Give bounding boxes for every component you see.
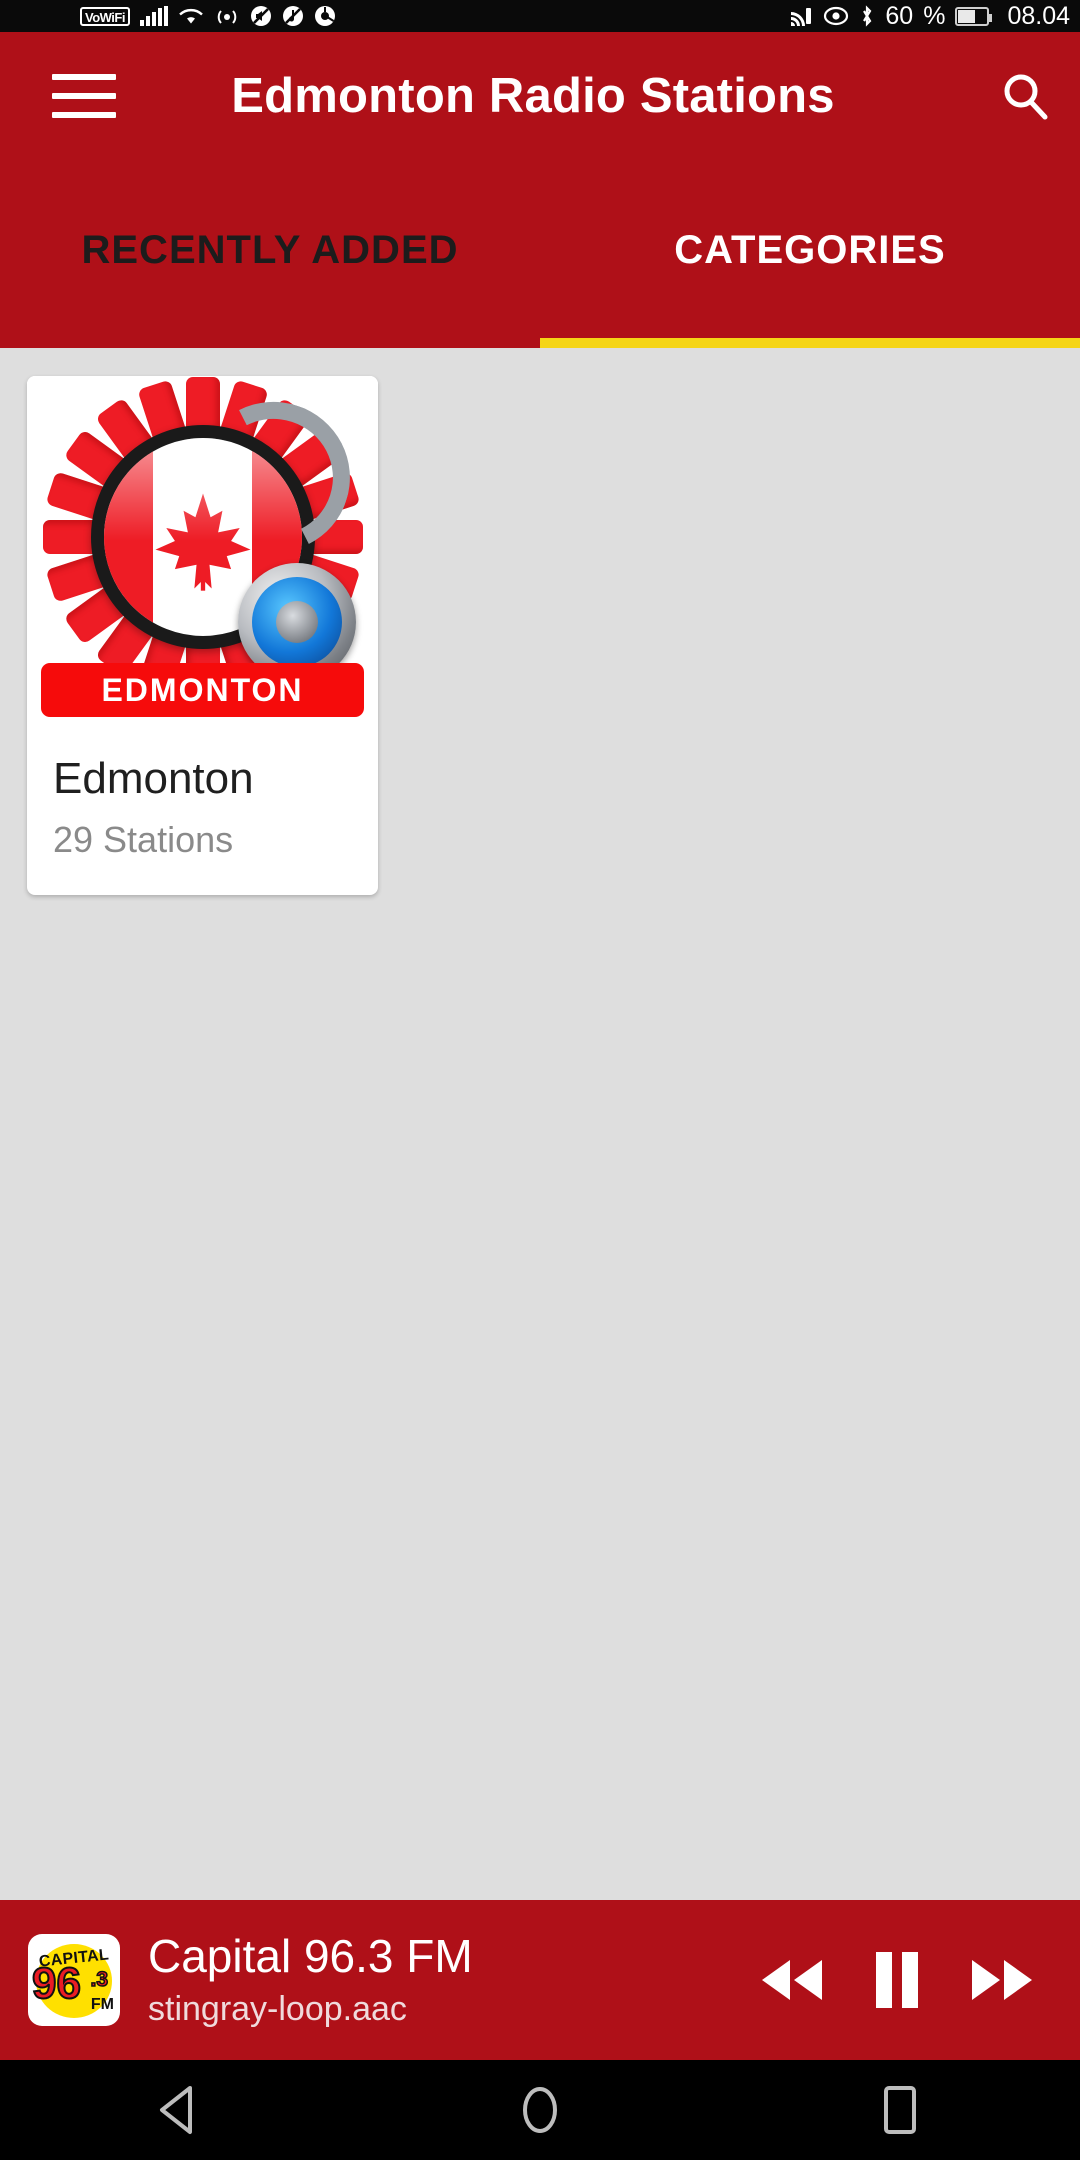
- rewind-button[interactable]: [756, 1952, 828, 2008]
- now-playing-stream: stingray-loop.aac: [148, 1990, 407, 2028]
- back-icon[interactable]: [100, 2060, 260, 2160]
- rewind-icon: [762, 1960, 822, 2000]
- percent-symbol: %: [923, 2, 946, 30]
- thumbnail-banner: EDMONTON: [41, 663, 364, 717]
- phone-screen: VoWiFi 60 % 08.04 Edmonton Radio Station…: [0, 0, 1080, 2160]
- clock: 08.04: [1007, 2, 1070, 30]
- battery-icon: [955, 6, 993, 26]
- player-controls: [756, 1948, 1038, 2012]
- player-metadata: Capital 96.3 FM stingray-loop.aac: [148, 1928, 756, 2032]
- logo-decimal-text: .3: [90, 1967, 109, 1992]
- tab-recently-added-label: RECENTLY ADDED: [81, 227, 459, 272]
- wifi-icon: [178, 6, 204, 26]
- pause-button[interactable]: [868, 1948, 926, 2012]
- hotspot-icon: [214, 6, 240, 26]
- fast-forward-icon: [972, 1960, 1032, 2000]
- page-title: Edmonton Radio Stations: [231, 69, 835, 123]
- card-title: Edmonton: [53, 754, 254, 803]
- recents-icon[interactable]: [820, 2060, 980, 2160]
- tab-categories[interactable]: CATEGORIES: [540, 160, 1080, 348]
- pause-icon: [876, 1952, 918, 2008]
- vibrate-icon: [282, 5, 304, 27]
- card-station-count: 29 Stations: [53, 819, 234, 860]
- status-bar-right: 60 % 08.04: [789, 3, 1070, 29]
- player-bar[interactable]: CAPITAL 96 .3 FM Capital 96.3 FM stingra…: [0, 1900, 1080, 2060]
- android-navigation-bar: [0, 2060, 1080, 2160]
- canadian-flag-headphones-icon: EDMONTON: [27, 376, 378, 727]
- fast-forward-button[interactable]: [966, 1952, 1038, 2008]
- tab-categories-label: CATEGORIES: [674, 227, 946, 272]
- tab-bar: RECENTLY ADDED CATEGORIES: [0, 160, 1080, 348]
- status-bar: VoWiFi 60 % 08.04: [0, 0, 1080, 32]
- card-body: Edmonton 29 Stations: [27, 727, 378, 895]
- station-logo: CAPITAL 96 .3 FM: [28, 1934, 120, 2026]
- categories-list: EDMONTON Edmonton 29 Stations: [0, 348, 1080, 1900]
- now-playing-title: Capital 96.3 FM: [148, 1930, 473, 1982]
- bluetooth-icon: [859, 5, 875, 27]
- tab-active-indicator: [540, 338, 1080, 348]
- vowifi-icon: VoWiFi: [80, 6, 130, 26]
- mute-icon: [250, 5, 272, 27]
- eye-icon: [823, 6, 849, 26]
- logo-number-text: 96: [31, 1959, 82, 2008]
- home-icon[interactable]: [460, 2060, 620, 2160]
- status-bar-left: VoWiFi: [80, 5, 336, 27]
- browser-icon: [314, 5, 336, 27]
- cast-icon: [789, 6, 813, 26]
- app-bar: Edmonton Radio Stations: [0, 32, 1080, 160]
- tab-recently-added[interactable]: RECENTLY ADDED: [0, 160, 540, 348]
- logo-fm-text: FM: [90, 1996, 114, 2013]
- battery-percent-value: 60: [885, 2, 914, 30]
- signal-bars-icon: [139, 6, 168, 26]
- category-card-edmonton[interactable]: EDMONTON Edmonton 29 Stations: [27, 376, 378, 895]
- search-icon[interactable]: [970, 41, 1080, 151]
